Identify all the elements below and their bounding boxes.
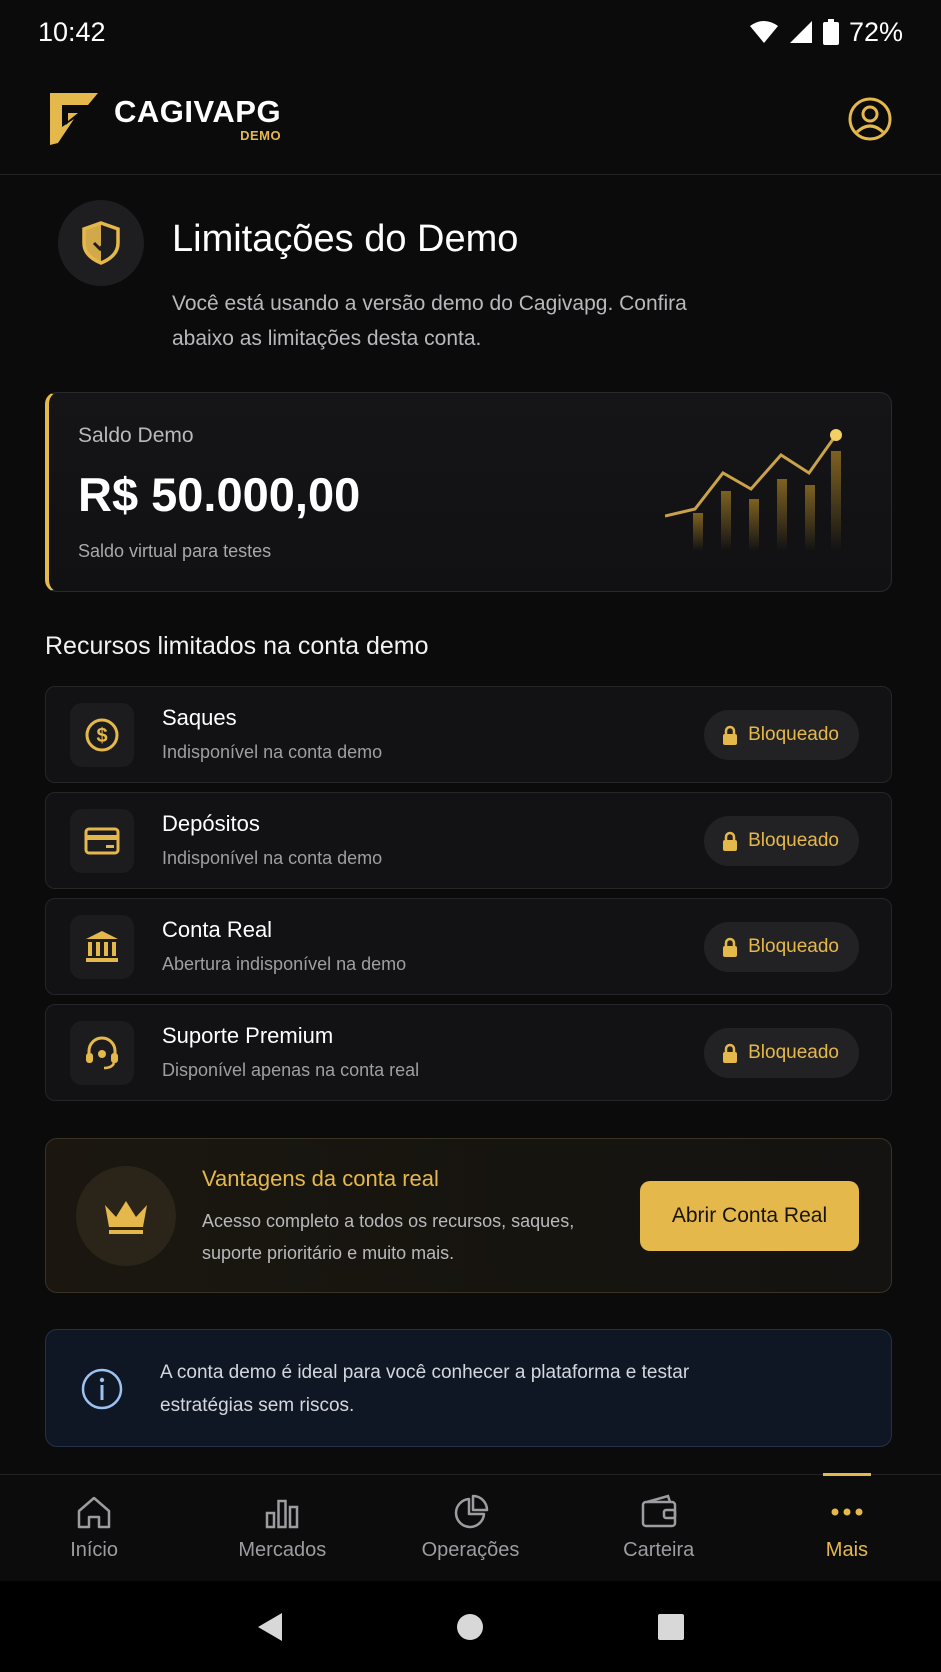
wifi-icon	[749, 21, 778, 43]
recents-icon[interactable]	[657, 1613, 685, 1641]
feature-row-saques[interactable]: $ Saques Indisponível na conta demo Bloq…	[45, 686, 892, 783]
nav-item-carteira[interactable]: Carteira	[565, 1475, 753, 1581]
demo-badge: DEMO	[240, 128, 282, 143]
feature-desc: Indisponível na conta demo	[162, 742, 383, 762]
section-title: Recursos limitados na conta demo	[45, 632, 429, 660]
feature-row-depositos[interactable]: Depósitos Indisponível na conta demo Blo…	[45, 792, 892, 889]
promo-description: Acesso completo a todos os recursos, saq…	[202, 1211, 575, 1263]
battery-icon	[822, 19, 839, 45]
shield-icon	[58, 200, 144, 286]
balance-label: Saldo Demo	[78, 424, 194, 447]
feature-row-suporte-premium[interactable]: Suporte Premium Disponível apenas na con…	[45, 1004, 892, 1101]
nav-label: Início	[70, 1539, 118, 1561]
brand-logo[interactable]: CAGIVAPG DEMO	[48, 91, 281, 147]
page-subtitle: Você está usando a versão demo do Cagiva…	[172, 292, 687, 350]
feature-desc: Abertura indisponível na demo	[162, 954, 407, 974]
feature-desc: Disponível apenas na conta real	[162, 1060, 420, 1080]
feature-title: Suporte Premium	[162, 1023, 334, 1048]
more-dots-icon	[826, 1491, 868, 1533]
real-account-promo: Vantagens da conta real Acesso completo …	[45, 1138, 892, 1293]
growth-chart-icon	[665, 429, 842, 551]
logo-mark-icon	[50, 93, 98, 145]
nav-label: Operações	[421, 1539, 520, 1561]
status-badge: Bloqueado	[704, 1028, 859, 1078]
bottom-nav: Início Mercados Operações Carteira Mais	[0, 1474, 941, 1581]
page-title: Limitações do Demo	[172, 218, 519, 260]
status-label: Bloqueado	[748, 830, 839, 851]
balance-note: Saldo virtual para testes	[78, 541, 272, 561]
status-badge: Bloqueado	[704, 710, 859, 760]
home-circle-icon[interactable]	[456, 1613, 484, 1641]
crown-icon	[76, 1166, 176, 1266]
app-header: CAGIVAPG DEMO	[0, 64, 941, 175]
open-real-account-button[interactable]: Abrir Conta Real	[640, 1181, 859, 1251]
status-label: Bloqueado	[748, 936, 839, 957]
nav-label: Carteira	[623, 1539, 695, 1561]
user-circle-icon[interactable]	[847, 96, 893, 142]
nav-item-mercados[interactable]: Mercados	[188, 1475, 376, 1581]
feature-desc: Indisponível na conta demo	[162, 848, 383, 868]
balance-value: R$ 50.000,00	[78, 468, 361, 521]
status-bar: 10:42 72%	[0, 0, 941, 64]
svg-text:$: $	[96, 725, 107, 747]
lock-icon	[723, 831, 738, 851]
nav-label: Mais	[825, 1539, 869, 1561]
promo-title: Vantagens da conta real	[202, 1166, 439, 1191]
pie-chart-icon	[450, 1491, 492, 1533]
nav-item-mais[interactable]: Mais	[753, 1475, 941, 1581]
home-icon	[73, 1491, 115, 1533]
nav-item-inicio[interactable]: Início	[0, 1475, 188, 1581]
info-icon	[81, 1368, 123, 1410]
bar-chart-icon	[261, 1491, 303, 1533]
status-badge: Bloqueado	[704, 922, 859, 972]
dollar-coin-icon: $	[70, 703, 134, 767]
credit-card-icon	[70, 809, 134, 873]
status-time: 10:42	[38, 16, 106, 47]
feature-title: Saques	[162, 705, 237, 730]
info-text: A conta demo é ideal para você conhecer …	[160, 1362, 690, 1416]
status-badge: Bloqueado	[704, 816, 859, 866]
status-icons: 72%	[749, 17, 903, 48]
signal-icon	[789, 21, 812, 43]
nav-label: Mercados	[238, 1539, 327, 1561]
lock-icon	[723, 725, 738, 745]
wallet-icon	[638, 1491, 680, 1533]
battery-level: 72%	[848, 16, 903, 47]
back-icon[interactable]	[256, 1612, 284, 1642]
brand-name: CAGIVAPG	[114, 94, 282, 129]
feature-row-conta-real[interactable]: Conta Real Abertura indisponível na demo…	[45, 898, 892, 995]
lock-icon	[723, 937, 738, 957]
system-nav-bar	[0, 1581, 941, 1672]
bank-icon	[70, 915, 134, 979]
info-note: A conta demo é ideal para você conhecer …	[45, 1329, 892, 1447]
headset-icon	[70, 1021, 134, 1085]
nav-item-operacoes[interactable]: Operações	[376, 1475, 564, 1581]
balance-card: Saldo Demo R$ 50.000,00 Saldo virtual pa…	[45, 392, 892, 592]
status-label: Bloqueado	[748, 724, 839, 745]
lock-icon	[723, 1043, 738, 1063]
status-label: Bloqueado	[748, 1042, 839, 1063]
feature-title: Conta Real	[162, 917, 273, 942]
feature-title: Depósitos	[162, 811, 260, 836]
